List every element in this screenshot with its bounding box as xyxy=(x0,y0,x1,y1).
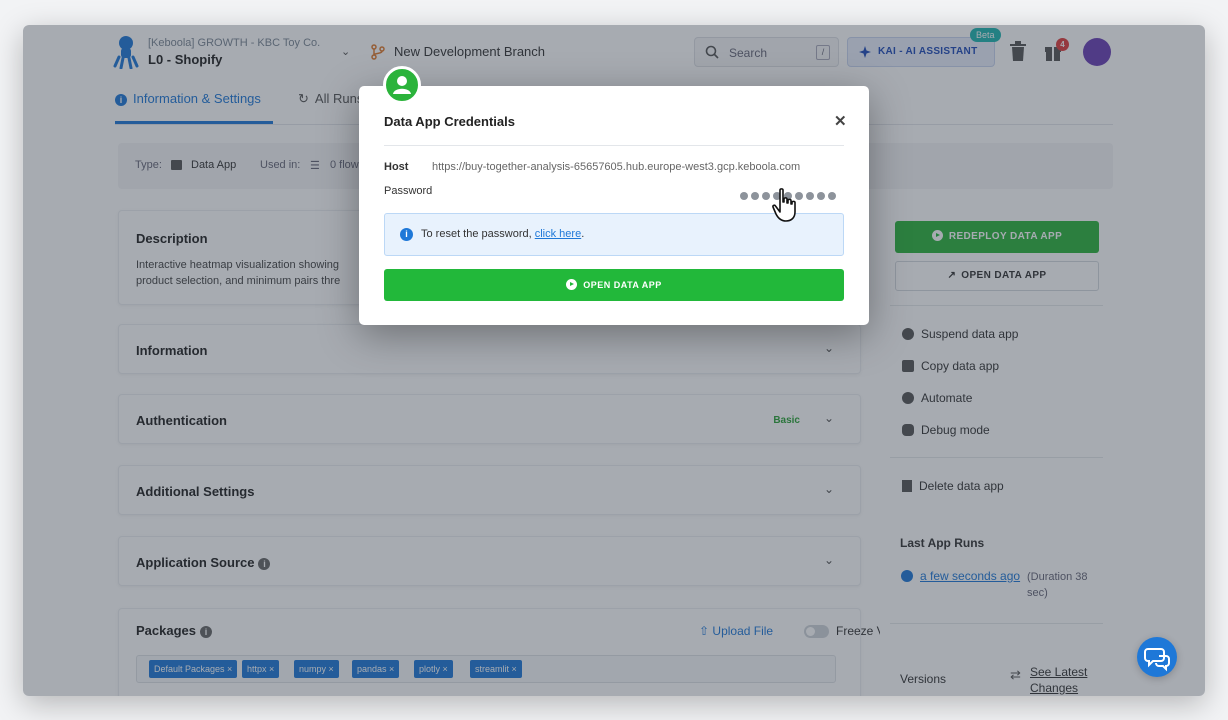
pointer-cursor-icon xyxy=(772,188,796,222)
user-icon xyxy=(383,66,421,104)
close-icon[interactable]: ✕ xyxy=(834,112,847,130)
button-label: OPEN DATA APP xyxy=(583,280,662,290)
notice-prefix: To reset the password, xyxy=(421,228,535,240)
host-value[interactable]: https://buy-together-analysis-65657605.h… xyxy=(432,161,800,173)
info-icon: i xyxy=(400,228,413,241)
password-label: Password xyxy=(384,185,433,197)
chat-icon xyxy=(1144,648,1170,672)
user-glyph-icon xyxy=(393,76,411,94)
notice-suffix: . xyxy=(581,228,585,240)
notice-text: To reset the password, click here. xyxy=(421,228,584,240)
divider xyxy=(384,145,844,146)
modal-title: Data App Credentials xyxy=(384,114,515,129)
play-icon xyxy=(566,279,578,290)
open-data-app-button[interactable]: OPEN DATA APP xyxy=(384,269,844,301)
reset-password-link[interactable]: click here xyxy=(535,228,581,240)
host-label: Host xyxy=(384,161,409,173)
chat-support-button[interactable] xyxy=(1137,637,1177,677)
